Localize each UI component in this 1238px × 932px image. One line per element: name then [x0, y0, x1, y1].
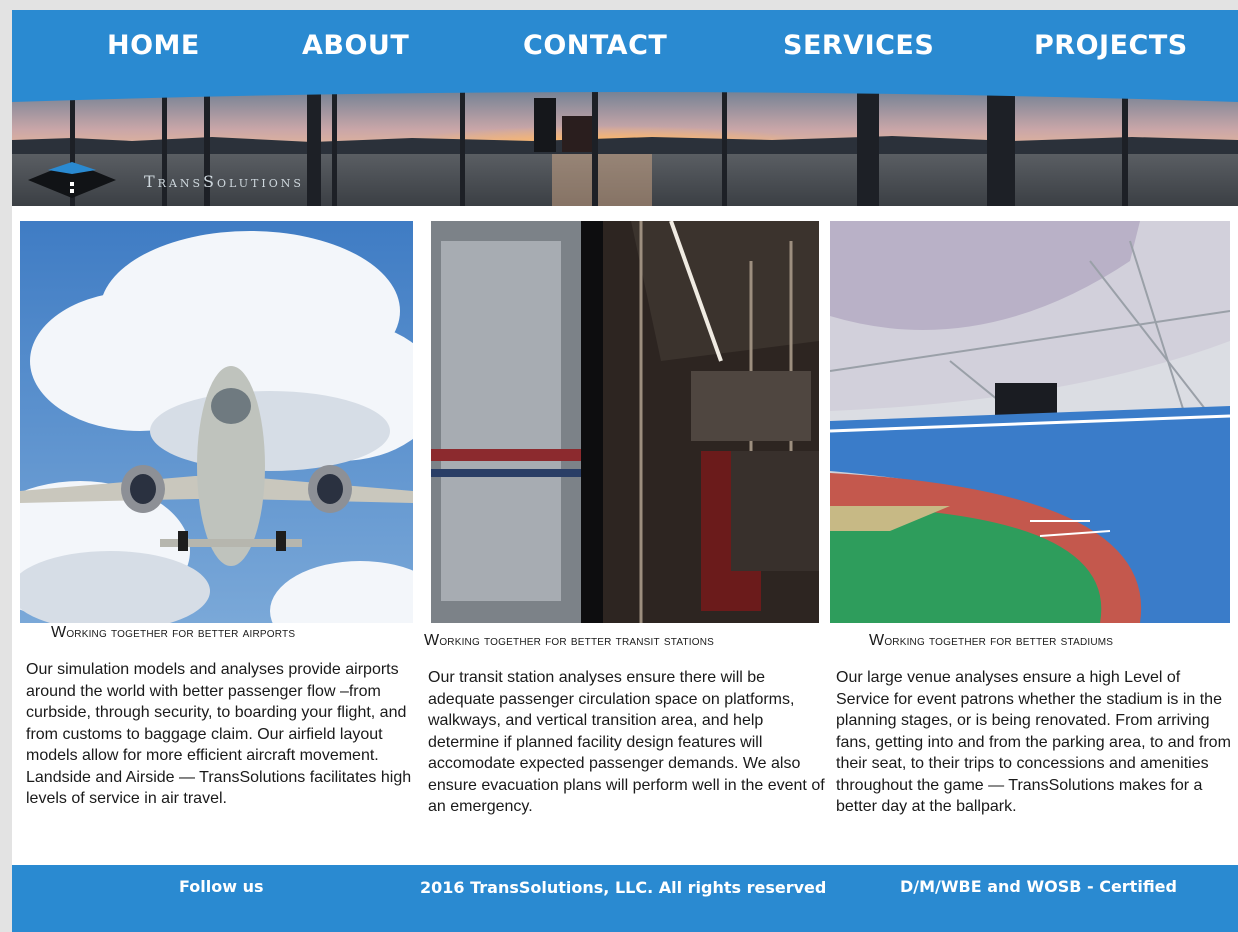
text-airports: Our simulation models and analyses provi…: [26, 661, 412, 807]
page: HOME ABOUT CONTACT SERVICES PROJECTS Tra…: [12, 10, 1238, 932]
caption-stadiums: Working together for better stadiums: [869, 632, 1114, 649]
stadium-photo: [830, 221, 1230, 623]
footer: Follow us 2016 TransSolutions, LLC. All …: [12, 865, 1238, 932]
nav-contact[interactable]: CONTACT: [523, 30, 667, 61]
logo-text: TransSolutions: [144, 172, 304, 191]
airplane-photo: [20, 221, 413, 623]
follow-us-link[interactable]: Follow us: [179, 877, 264, 896]
transsolutions-logo-icon[interactable]: [26, 160, 118, 200]
nav-projects[interactable]: PROJECTS: [1034, 30, 1188, 61]
copyright-text: 2016 TransSolutions, LLC. All rights res…: [420, 878, 827, 897]
transit-photo: [431, 221, 819, 623]
nav-about[interactable]: ABOUT: [302, 30, 409, 61]
hero-banner: TransSolutions: [12, 88, 1238, 206]
text-stadiums: Our large venue analyses ensure a high L…: [836, 669, 1231, 815]
caption-airports: Working together for better airports: [51, 624, 296, 641]
certification-text: D/M/WBE and WOSB - Certified: [900, 877, 1177, 896]
nav-services[interactable]: SERVICES: [783, 30, 934, 61]
caption-transit: Working together for better transit stat…: [424, 632, 715, 649]
text-transit: Our transit station analyses ensure ther…: [428, 669, 825, 815]
nav-home[interactable]: HOME: [107, 30, 200, 61]
